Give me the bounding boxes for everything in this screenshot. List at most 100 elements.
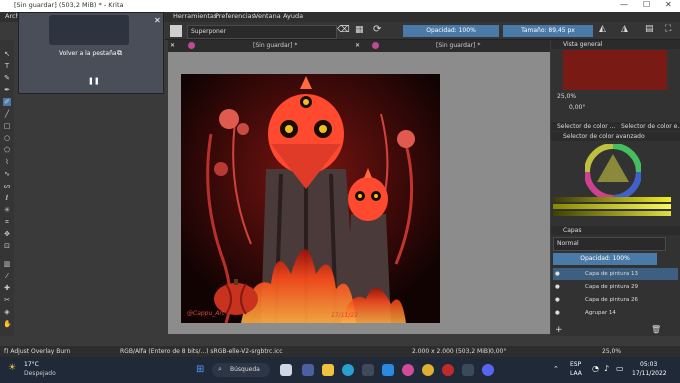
overview-rotation[interactable]: 0,00° (569, 104, 585, 111)
tray-arrow-icon[interactable]: ⌃ (553, 365, 559, 373)
gradient-tool-icon[interactable]: ▥ (3, 260, 11, 268)
layer-row[interactable]: ● Capa de pintura 26 (553, 294, 678, 306)
mirror-horizontal-icon[interactable]: ◭ (599, 24, 606, 34)
size-field[interactable]: Tamaño: 89,45 px (503, 25, 593, 37)
color-slider[interactable] (553, 197, 671, 202)
line-tool-icon[interactable]: ╱ (3, 110, 11, 118)
weather-icon[interactable]: ☀ (8, 363, 16, 373)
file-explorer-icon[interactable] (322, 364, 334, 376)
blend-mode-select[interactable]: Superponer (187, 25, 337, 39)
tab-document-2[interactable]: [Sin guardar] * (436, 40, 480, 52)
close-video-icon[interactable]: ✕ (154, 16, 161, 25)
transform-tool-icon[interactable]: ⊡ (3, 242, 11, 250)
fill-tool-icon[interactable]: ◈ (3, 308, 11, 316)
chat-icon[interactable] (302, 364, 314, 376)
tab-close-icon[interactable]: ✕ (355, 40, 360, 52)
polygon-tool-icon[interactable]: ⬠ (3, 146, 11, 154)
layer-row[interactable]: ● Capa de pintura 29 (553, 281, 678, 293)
layer-row[interactable]: ● Agrupar 14 (553, 307, 678, 319)
task-view-icon[interactable] (280, 364, 292, 376)
krita-taskbar-icon[interactable] (402, 364, 414, 376)
toolbox: ↖ T ✎ ✒ ✐ ╱ □ ○ ⬠ ⌇ ∿ ᔕ ℓ ✳ ⌗ ✥ ⊡ ▥ ⁄ ✚ … (0, 40, 14, 336)
volume-icon[interactable]: ♪ (604, 364, 609, 373)
color-picker-icon[interactable]: ⁄ (3, 272, 11, 280)
keyboard-layout[interactable]: LAA (570, 370, 582, 377)
close-window-button[interactable]: ✕ (665, 0, 672, 9)
wifi-icon[interactable]: ◔ (592, 364, 599, 373)
clock-date[interactable]: 17/11/2022 (632, 370, 667, 377)
store-icon[interactable] (362, 364, 374, 376)
edit-shapes-icon[interactable]: ✎ (3, 74, 11, 82)
pan-tool-icon[interactable]: ✋ (3, 320, 12, 328)
eraser-icon[interactable]: ⌫ (337, 25, 350, 35)
windows-taskbar: ☀ 17°C Despejado ⊞ ⌕ Búsqueda ⌃ ESP LAA … (0, 357, 680, 383)
layer-blend-select[interactable]: Normal (553, 237, 666, 251)
polyline-tool-icon[interactable]: ⌇ (3, 158, 11, 166)
workspace-icon[interactable]: ▤ (645, 24, 654, 34)
add-layer-icon[interactable]: + (555, 325, 563, 335)
language-code[interactable]: ESP (570, 361, 581, 368)
eye-icon[interactable]: ● (555, 294, 560, 306)
alpha-lock-icon[interactable]: ▦ (355, 25, 364, 35)
eye-icon[interactable]: ● (555, 281, 560, 293)
freehand-path-icon[interactable]: ᔕ (3, 182, 11, 190)
tab-color-selector[interactable]: Selector de color ... (557, 123, 615, 130)
rectangle-tool-icon[interactable]: □ (3, 122, 11, 130)
back-to-tab-link[interactable]: Volver a la pestaña (59, 50, 117, 57)
minimize-button[interactable]: — (620, 0, 628, 9)
edge-icon[interactable] (342, 364, 354, 376)
menu-window[interactable]: Ventana (254, 12, 281, 20)
overview-thumbnail[interactable] (563, 50, 667, 90)
tab-color-selector-2[interactable]: Selector de color e... (621, 122, 680, 131)
color-wheel[interactable] (585, 144, 641, 200)
brush-preset-icon[interactable] (170, 25, 182, 37)
eye-icon[interactable]: ● (555, 268, 560, 280)
layer-row[interactable]: ● Capa de pintura 13 (553, 268, 678, 280)
canvas-only-icon[interactable]: ⛶ (665, 24, 671, 34)
search-icon: ⌕ (218, 365, 222, 373)
discord-icon[interactable] (482, 364, 494, 376)
clock-time[interactable]: 05:03 (640, 361, 657, 368)
crop-tool-icon[interactable]: ⌗ (3, 218, 11, 226)
search-box[interactable]: ⌕ Búsqueda (212, 363, 270, 377)
start-icon[interactable]: ⊞ (196, 364, 204, 375)
delete-layer-icon[interactable]: 🗑 (651, 325, 661, 334)
tab-close-icon[interactable]: ✕ (170, 40, 175, 52)
mirror-vertical-icon[interactable]: ◮ (621, 24, 628, 34)
color-slider[interactable] (553, 204, 671, 209)
menu-preferences[interactable]: Preferencias (215, 12, 255, 20)
opacity-field[interactable]: Opacidad: 100% (403, 25, 499, 37)
artwork-canvas[interactable]: @Cappu_Art 17/11/22 (181, 74, 440, 323)
move-tool-icon[interactable]: ✥ (3, 230, 11, 238)
eye-icon[interactable]: ● (555, 307, 560, 319)
select-tool-icon[interactable]: ↖ (3, 50, 11, 58)
maximize-button[interactable]: ☐ (643, 0, 650, 9)
menu-tools[interactable]: Herramientas (173, 12, 217, 20)
calligraphy-icon[interactable]: ✒ (3, 86, 11, 94)
tab-document-1[interactable]: [Sin guardar] * (253, 40, 297, 52)
color-slider[interactable] (553, 211, 671, 216)
text-tool-icon[interactable]: T (3, 62, 11, 70)
reload-icon[interactable]: ⟳ (373, 24, 381, 35)
external-link-icon[interactable]: ⧉ (117, 49, 122, 58)
app-icon[interactable] (382, 364, 394, 376)
opera-icon[interactable] (442, 364, 454, 376)
window-title: [Sin guardar] (503,2 MiB) * - Krita (14, 1, 124, 9)
app-icon[interactable] (462, 364, 474, 376)
layer-opacity-field[interactable]: Opacidad: 100% (553, 253, 657, 265)
bezier-tool-icon[interactable]: ∿ (3, 170, 11, 178)
battery-icon[interactable]: ▭ (616, 364, 624, 373)
multibrush-icon[interactable]: ✳ (3, 206, 11, 214)
dynamic-brush-icon[interactable]: ℓ (3, 194, 11, 202)
brush-tool-icon[interactable]: ✐ (3, 98, 11, 106)
overview-zoom[interactable]: 25,0% (557, 93, 576, 100)
chrome-icon[interactable] (422, 364, 434, 376)
artwork-signature: @Cappu_Art (187, 310, 225, 317)
menu-help[interactable]: Ayuda (283, 12, 303, 20)
video-overlay[interactable]: ✕ Volver a la pestaña ⧉ ❚❚ (18, 12, 164, 94)
assistant-tool-icon[interactable]: ✂ (3, 296, 11, 304)
pause-button[interactable]: ❚❚ (88, 77, 100, 85)
ellipse-tool-icon[interactable]: ○ (3, 134, 11, 142)
artwork-illustration (181, 74, 440, 323)
smart-patch-icon[interactable]: ✚ (3, 284, 11, 292)
